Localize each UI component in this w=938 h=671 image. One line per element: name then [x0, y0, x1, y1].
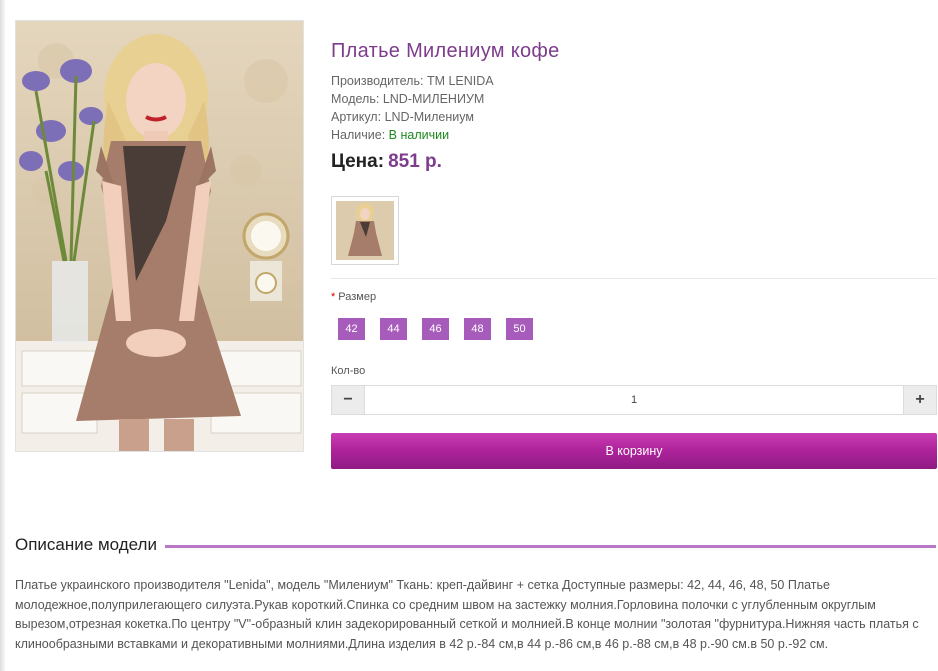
stock-status: В наличии — [388, 128, 450, 142]
product-thumbnail[interactable] — [331, 196, 399, 265]
size-label: * Размер — [331, 291, 376, 303]
model-row: Модель: LND-МИЛЕНИУМ — [331, 90, 494, 108]
sku-label: Артикул: — [331, 110, 382, 124]
manufacturer-link[interactable]: TM LENIDA — [427, 74, 494, 88]
model-value: LND-МИЛЕНИУМ — [382, 92, 485, 106]
stock-label: Наличие: — [331, 128, 386, 142]
size-option-46[interactable]: 46 — [422, 318, 449, 340]
divider — [331, 278, 937, 279]
size-option-44[interactable]: 44 — [380, 318, 407, 340]
description-heading-rule — [164, 545, 936, 548]
price-value: 851 р. — [388, 151, 442, 172]
quantity-label: Кол-во — [331, 365, 366, 377]
required-mark: * — [331, 291, 336, 303]
quantity-stepper: − + — [331, 385, 937, 415]
model-label: Модель: — [331, 92, 380, 106]
thumbnail-image — [336, 201, 394, 260]
description-heading: Описание модели — [15, 535, 157, 554]
quantity-decrease-button[interactable]: − — [332, 386, 364, 414]
size-option-42[interactable]: 42 — [338, 318, 365, 340]
add-to-cart-button[interactable]: В корзину — [331, 433, 937, 469]
size-label-text: Размер — [338, 291, 377, 303]
price: Цена: 851 р. — [331, 151, 442, 173]
product-meta: Производитель: TM LENIDA Модель: LND-МИЛ… — [331, 72, 494, 144]
page-edge-shadow — [0, 0, 6, 671]
size-option-50[interactable]: 50 — [506, 318, 533, 340]
dress-photo — [16, 21, 303, 451]
product-main-image[interactable] — [15, 20, 304, 452]
size-options: 42 44 46 48 50 — [338, 318, 533, 340]
product-title: Платье Милениум кофе — [331, 40, 560, 62]
description-text: Платье украинского производителя "Lenida… — [15, 578, 919, 651]
size-option-48[interactable]: 48 — [464, 318, 491, 340]
quantity-input[interactable] — [364, 386, 904, 414]
manufacturer-label: Производитель: — [331, 74, 424, 88]
description-header: Описание модели — [15, 533, 936, 557]
manufacturer-row: Производитель: TM LENIDA — [331, 72, 494, 90]
quantity-increase-button[interactable]: + — [904, 386, 936, 414]
stock-row: Наличие: В наличии — [331, 126, 494, 144]
sku-row: Артикул: LND-Милениум — [331, 108, 494, 126]
sku-value: LND-Милениум — [384, 110, 474, 124]
price-label: Цена: — [331, 151, 385, 172]
